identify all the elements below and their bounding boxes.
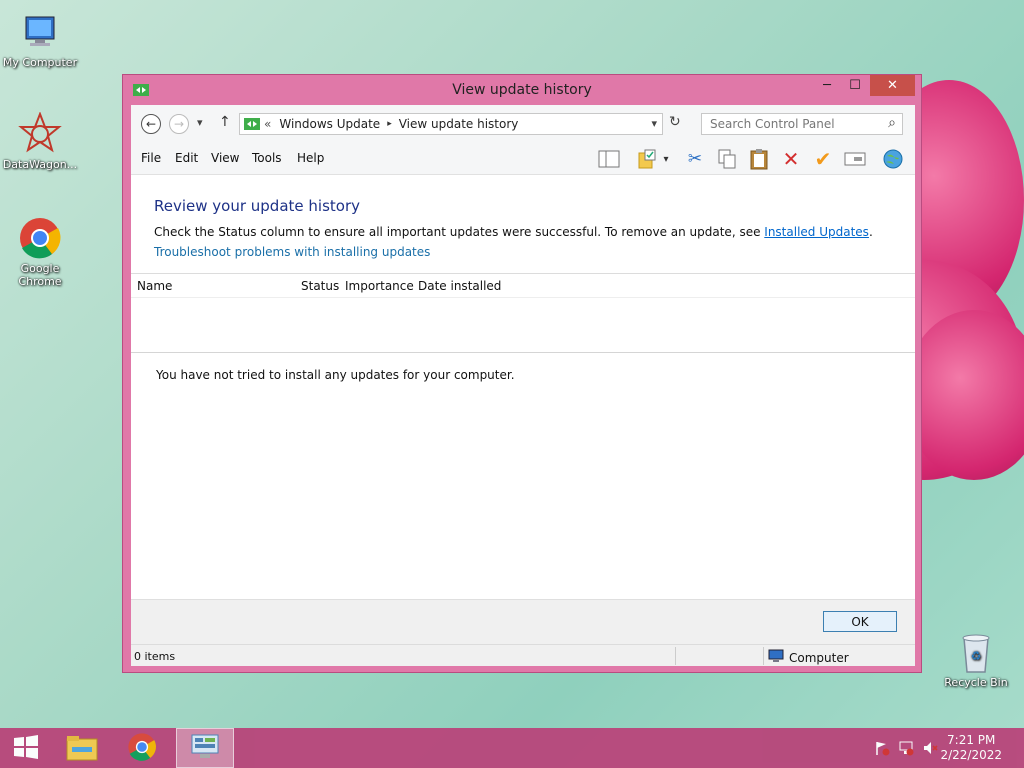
cut-icon[interactable]: ✂ xyxy=(683,148,707,170)
status-bar: 0 items Computer xyxy=(131,644,915,666)
start-button[interactable] xyxy=(0,728,52,768)
back-button[interactable]: ← xyxy=(141,114,161,134)
status-separator xyxy=(763,647,764,665)
delete-icon[interactable]: ✕ xyxy=(779,147,803,171)
forward-button[interactable]: → xyxy=(169,114,189,134)
search-placeholder: Search Control Panel xyxy=(710,117,835,131)
file-explorer-icon xyxy=(66,733,98,764)
copy-icon[interactable] xyxy=(715,148,739,170)
update-history-window: View update history ─ ☐ ✕ ← → ▾ ↑ « Wind… xyxy=(122,74,922,673)
paste-icon[interactable] xyxy=(747,148,771,170)
menu-tools[interactable]: Tools xyxy=(252,151,282,165)
taskbar-file-explorer[interactable] xyxy=(56,728,108,768)
menu-edit[interactable]: Edit xyxy=(175,151,198,165)
dialog-footer: OK xyxy=(131,599,915,644)
address-bar[interactable]: « Windows Update ▸ View update history ▾ xyxy=(239,113,663,135)
item-count: 0 items xyxy=(134,650,176,663)
breadcrumb-separator[interactable]: ▸ xyxy=(387,119,392,129)
description-suffix: . xyxy=(868,225,873,239)
location-label: Computer xyxy=(789,650,849,665)
desktop-icon-label: DataWagon... xyxy=(2,158,78,171)
menu-view[interactable]: View xyxy=(211,151,239,165)
column-header-row: Name Status Importance Date installed xyxy=(131,273,915,298)
up-button[interactable]: ↑ xyxy=(219,114,231,130)
ok-button[interactable]: OK xyxy=(823,611,897,632)
desktop-icon-label: Google Chrome xyxy=(18,262,62,288)
description-text: Check the Status column to ensure all im… xyxy=(154,225,765,239)
menu-help[interactable]: Help xyxy=(297,151,324,165)
taskbar: 7:21 PM 2/22/2022 xyxy=(0,728,1024,768)
taskbar-google-chrome[interactable] xyxy=(116,728,168,768)
chrome-icon xyxy=(127,732,157,765)
menu-file[interactable]: File xyxy=(141,151,161,165)
status-separator xyxy=(675,647,676,665)
svg-text:♻: ♻ xyxy=(971,649,982,663)
desktop-icon-google-chrome[interactable]: Google Chrome xyxy=(0,216,80,288)
properties-checkmark-icon[interactable]: ✔ xyxy=(811,147,835,171)
computer-icon xyxy=(768,649,784,666)
search-input[interactable]: Search Control Panel ⌕ xyxy=(701,113,903,135)
status-location: Computer xyxy=(768,649,849,666)
control-panel-icon xyxy=(244,117,260,131)
volume-muted-icon[interactable] xyxy=(922,740,938,756)
list-divider xyxy=(131,352,915,353)
close-button[interactable]: ✕ xyxy=(870,75,915,96)
refresh-button[interactable]: ↻ xyxy=(669,114,681,130)
empty-list-message: You have not tried to install any update… xyxy=(156,368,515,382)
folder-options-icon[interactable] xyxy=(635,148,659,170)
desktop-icon-my-computer[interactable]: My Computer xyxy=(0,10,80,69)
taskbar-control-panel[interactable] xyxy=(176,728,234,768)
search-icon[interactable]: ⌕ xyxy=(888,115,896,131)
recent-locations-dropdown[interactable]: ▾ xyxy=(197,116,203,129)
internet-globe-icon[interactable] xyxy=(881,148,905,170)
installed-updates-link[interactable]: Installed Updates xyxy=(764,225,869,239)
page-description: Check the Status column to ensure all im… xyxy=(154,225,873,239)
network-icon[interactable] xyxy=(898,740,914,756)
clock-time: 7:21 PM xyxy=(947,733,996,747)
desktop-icon-datawagon[interactable]: DataWagon... xyxy=(0,112,80,171)
rename-icon[interactable] xyxy=(843,148,867,170)
breadcrumb-view-update-history[interactable]: View update history xyxy=(399,117,519,131)
menu-bar: File Edit View Tools Help ▾ ✂ ✕ ✔ xyxy=(131,141,915,175)
folder-options-dropdown-icon[interactable]: ▾ xyxy=(659,148,673,170)
breadcrumb-overflow[interactable]: « xyxy=(264,117,271,131)
maximize-button[interactable]: ☐ xyxy=(841,75,869,96)
page-title: Review your update history xyxy=(154,197,360,215)
title-bar[interactable]: View update history ─ ☐ ✕ xyxy=(123,75,921,105)
window-title: View update history xyxy=(452,82,592,98)
chrome-icon xyxy=(18,216,62,260)
column-header-name[interactable]: Name xyxy=(137,279,172,293)
action-center-flag-icon[interactable] xyxy=(874,740,890,756)
troubleshoot-link[interactable]: Troubleshoot problems with installing up… xyxy=(154,245,430,259)
breadcrumb-windows-update[interactable]: Windows Update xyxy=(279,117,380,131)
column-header-importance[interactable]: Importance xyxy=(345,279,414,293)
column-header-date-installed[interactable]: Date installed xyxy=(418,279,501,293)
computer-icon xyxy=(18,10,62,54)
desktop-icon-label: My Computer xyxy=(2,56,78,69)
recycle-bin-icon: ♻ xyxy=(954,630,998,674)
minimize-button[interactable]: ─ xyxy=(813,75,841,96)
address-dropdown[interactable]: ▾ xyxy=(651,117,657,130)
datawagon-icon xyxy=(18,112,62,156)
taskbar-clock[interactable]: 7:21 PM 2/22/2022 xyxy=(940,733,1002,763)
address-toolbar: ← → ▾ ↑ « Windows Update ▸ View update h… xyxy=(131,105,915,141)
control-panel-icon xyxy=(190,733,220,764)
windows-logo-icon xyxy=(13,734,39,763)
clock-date: 2/22/2022 xyxy=(940,748,1002,762)
column-header-status[interactable]: Status xyxy=(301,279,339,293)
window-client-area: ← → ▾ ↑ « Windows Update ▸ View update h… xyxy=(131,105,915,666)
desktop-icon-label: Recycle Bin xyxy=(944,676,1008,689)
layout-pane-icon[interactable] xyxy=(597,148,621,170)
content-pane: Review your update history Check the Sta… xyxy=(131,175,915,599)
desktop-icon-recycle-bin[interactable]: ♻ Recycle Bin xyxy=(936,630,1016,689)
